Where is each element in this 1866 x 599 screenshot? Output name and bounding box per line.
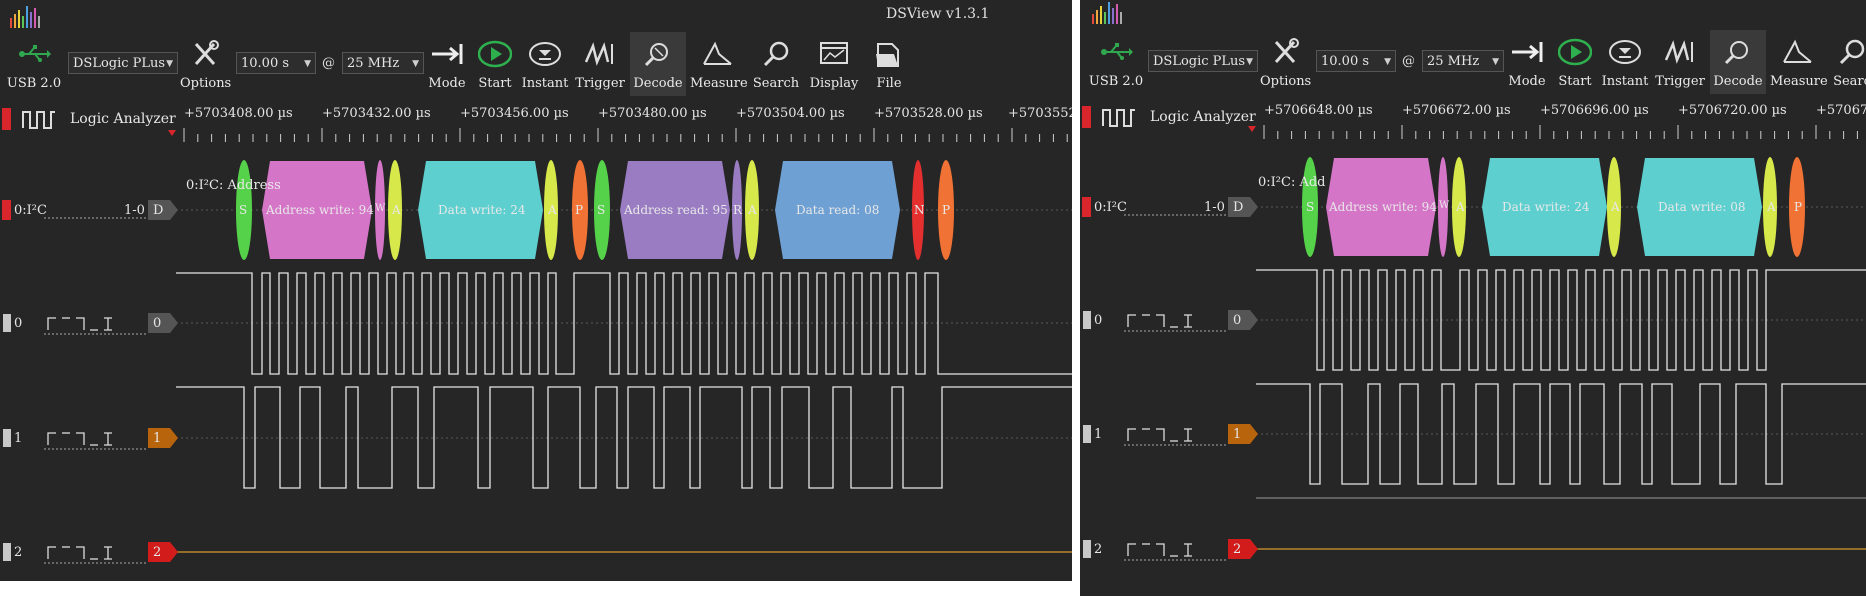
ch1-tag-label: 1: [1233, 427, 1242, 442]
left-dsview-window: DSView v1.3.1 USB 2.0 DSLogic PLus ▼ Opt…: [0, 0, 1072, 581]
ch0-trigger-icons[interactable]: [1124, 314, 1226, 332]
ch2-trigger-icons[interactable]: [1124, 543, 1226, 561]
stop-text: P: [942, 203, 951, 217]
ch2-tag-label: 2: [1233, 542, 1242, 557]
ack-text: A: [1456, 200, 1465, 214]
ch1-trigger-icons[interactable]: [1124, 428, 1226, 446]
ch2-tag-label: 2: [153, 545, 162, 560]
data-write-text: Data write: 24: [1502, 200, 1590, 214]
ch0-tag-label: 0: [153, 316, 162, 331]
address-write-text: Address write: 94: [1329, 200, 1437, 214]
ack-text: A: [392, 203, 401, 217]
ch0-waveform: [176, 272, 1072, 375]
right-dsview-window: USB 2.0 DSLogic PLus ▼ Options 10.00 s ▼…: [1080, 0, 1866, 596]
start-text: S: [1306, 200, 1315, 214]
decoder-tag-label: D: [1233, 200, 1244, 215]
channel-header-area: [1124, 197, 1258, 561]
decoder-title: 0:I²C: Address: [186, 178, 281, 193]
start-text: S: [597, 203, 606, 217]
ack-text: A: [748, 203, 757, 217]
nack-text: N: [914, 203, 925, 217]
address-read-text: Address read: 95: [624, 203, 728, 217]
time-ruler-ticks: [183, 128, 1068, 142]
ch2-trigger-icons[interactable]: [44, 546, 146, 564]
stop-text: P: [1794, 200, 1803, 214]
data-read-text: Data read: 08: [796, 203, 880, 217]
ch1-trigger-icons[interactable]: [44, 432, 146, 450]
ch1-waveform: [1256, 383, 1866, 499]
ack-text: A: [1611, 200, 1620, 214]
ch0-trigger-icons[interactable]: [44, 317, 146, 335]
ack-text: A: [548, 203, 557, 217]
data-write2-text: Data write: 08: [1658, 200, 1746, 214]
address-write-text: Address write: 94: [266, 203, 374, 217]
decoder-tag-label: D: [153, 203, 164, 218]
ack-text: A: [1767, 200, 1776, 214]
signal-trace: [176, 272, 1072, 375]
data-write-text: Data write: 24: [438, 203, 526, 217]
ch1-tag-label: 1: [153, 431, 162, 446]
time-ruler-ticks: [1263, 125, 1858, 139]
stop-text: P: [575, 203, 584, 217]
channel-header-area: [44, 200, 178, 564]
read-bit-text: R: [733, 203, 743, 217]
write-bit-text: W: [1439, 200, 1450, 211]
ch0-tag-label: 0: [1233, 313, 1242, 328]
start-text: S: [239, 203, 248, 217]
write-bit-text: W: [375, 203, 386, 214]
